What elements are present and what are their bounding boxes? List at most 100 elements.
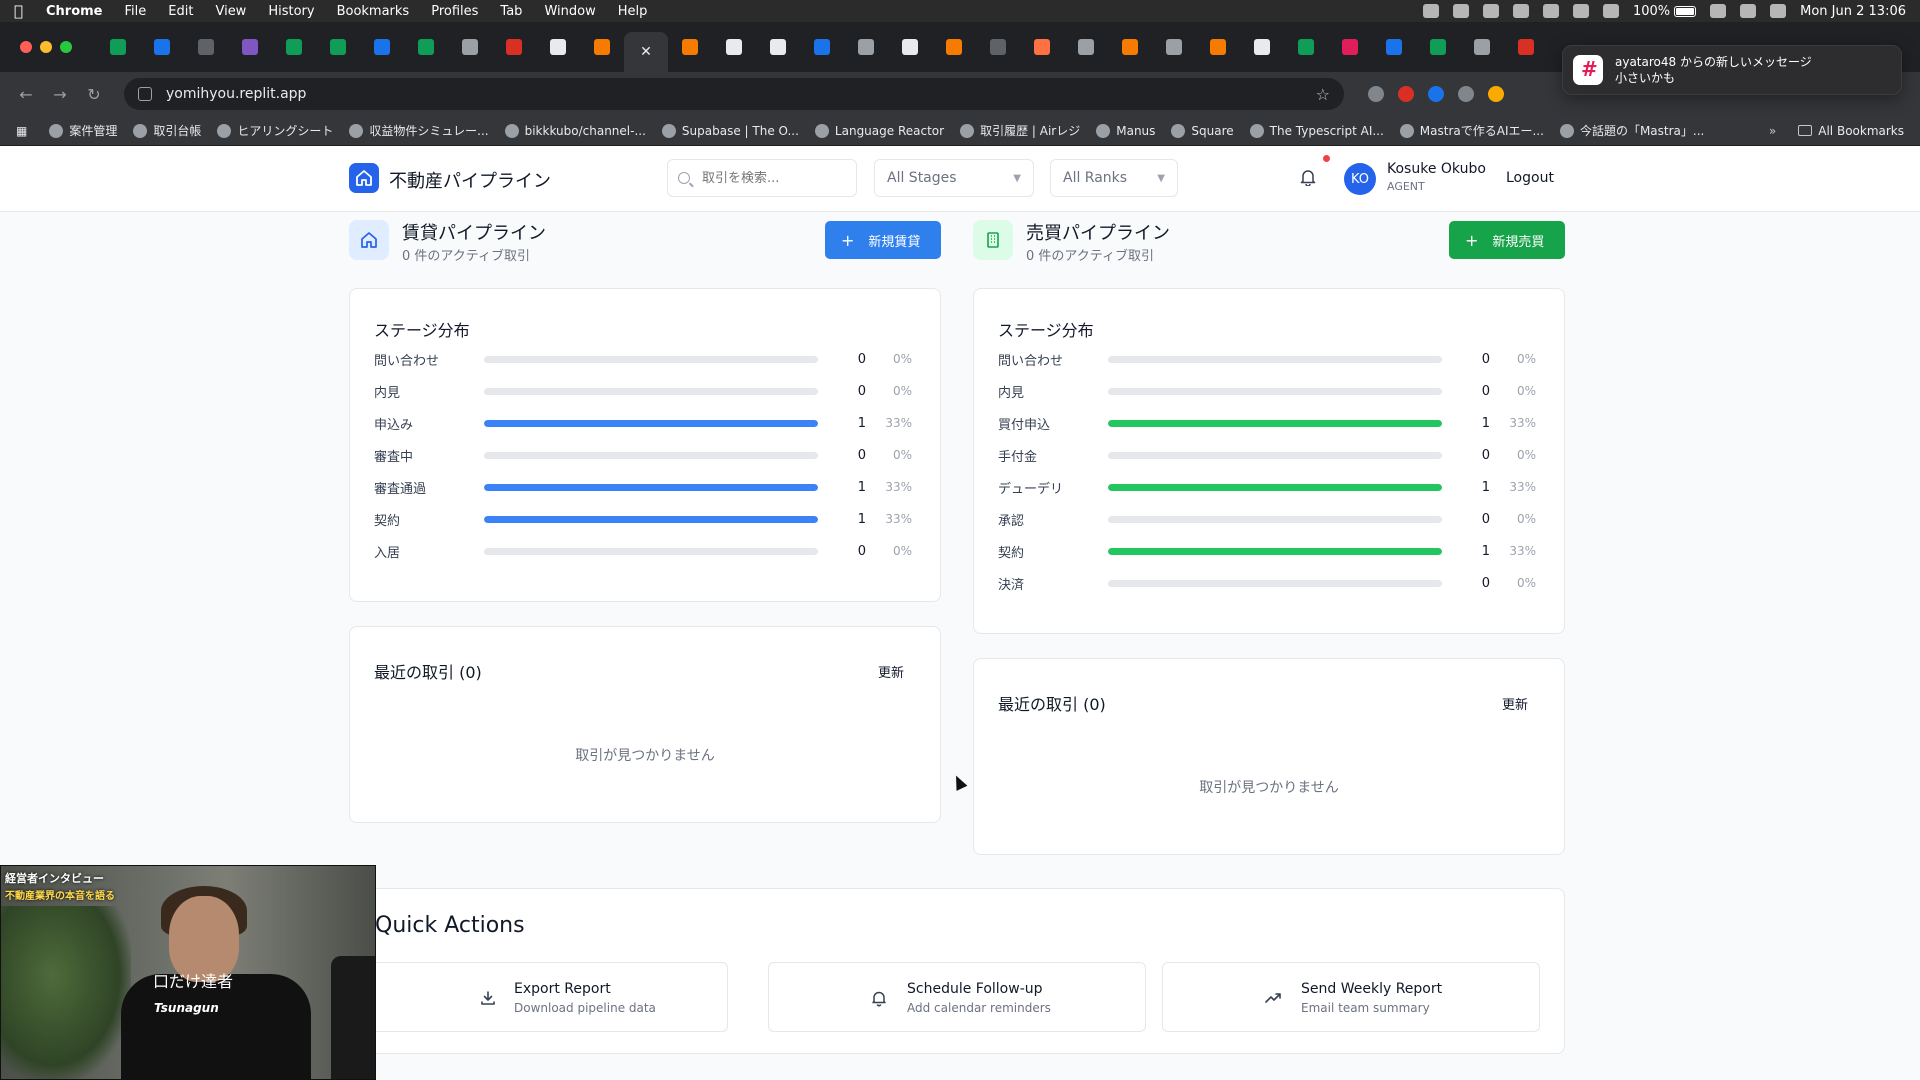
notifications-bell-icon[interactable] <box>1300 168 1316 186</box>
menu-bookmarks[interactable]: Bookmarks <box>337 4 410 19</box>
browser-tab[interactable] <box>1328 30 1372 64</box>
extension-icon[interactable] <box>1368 86 1384 102</box>
browser-tab[interactable] <box>404 30 448 64</box>
bookmark-item[interactable]: 今話題の「Mastra」... <box>1559 122 1704 139</box>
control-center-icon[interactable] <box>1770 4 1787 18</box>
new-rental-button[interactable]: + 新規賃貸 <box>825 221 941 259</box>
browser-tab[interactable] <box>580 30 624 64</box>
browser-tab[interactable] <box>272 30 316 64</box>
browser-tab[interactable] <box>184 30 228 64</box>
tray-app-icon[interactable] <box>1422 4 1439 18</box>
extension-icon[interactable] <box>1488 86 1504 102</box>
bookmark-item[interactable]: 取引履歴 | Airレジ <box>960 122 1080 139</box>
browser-tab[interactable] <box>1372 30 1416 64</box>
menu-profiles[interactable]: Profiles <box>431 4 478 19</box>
rank-filter-select[interactable]: All Ranks ▼ <box>1050 159 1178 197</box>
browser-tab[interactable] <box>1284 30 1328 64</box>
browser-tab[interactable] <box>932 30 976 64</box>
browser-tab[interactable] <box>1064 30 1108 64</box>
home-logo-icon[interactable] <box>349 163 379 193</box>
fullscreen-window-button[interactable] <box>60 41 72 53</box>
schedule-follow-up-button[interactable]: Schedule Follow-up Add calendar reminder… <box>768 962 1146 1032</box>
browser-tab[interactable] <box>448 30 492 64</box>
bookmark-item[interactable]: Language Reactor <box>814 122 944 139</box>
back-button[interactable]: ← <box>12 80 40 108</box>
browser-tab[interactable] <box>96 30 140 64</box>
browser-tab[interactable] <box>536 30 580 64</box>
bookmark-item[interactable]: Manus <box>1096 122 1155 139</box>
send-weekly-report-button[interactable]: Send Weekly Report Email team summary <box>1162 962 1540 1032</box>
bookmark-item[interactable]: Square <box>1171 122 1234 139</box>
menu-file[interactable]: File <box>125 4 147 19</box>
extension-icon[interactable] <box>1428 86 1444 102</box>
export-report-button[interactable]: Export Report Download pipeline data <box>350 962 728 1032</box>
bookmark-item[interactable]: 取引台帳 <box>133 122 201 139</box>
bookmark-item[interactable]: The Typescript AI... <box>1249 122 1384 139</box>
rental-refresh-button[interactable]: 更新 <box>878 662 904 681</box>
browser-tab[interactable] <box>360 30 404 64</box>
bookmark-star-icon[interactable]: ☆ <box>1316 85 1330 104</box>
bookmark-item[interactable]: bikkkubo/channel-... <box>504 122 646 139</box>
browser-tab[interactable] <box>800 30 844 64</box>
browser-tab[interactable] <box>1240 30 1284 64</box>
wifi-icon[interactable] <box>1710 4 1727 18</box>
tray-app-icon[interactable] <box>1482 4 1499 18</box>
menu-window[interactable]: Window <box>544 4 595 19</box>
close-tab-icon[interactable]: ✕ <box>640 44 652 60</box>
browser-tab[interactable] <box>888 30 932 64</box>
minimize-window-button[interactable] <box>40 41 52 53</box>
bookmark-item[interactable]: Mastraで作るAIエー... <box>1399 122 1544 139</box>
tray-app-icon[interactable] <box>1452 4 1469 18</box>
stage-filter-select[interactable]: All Stages ▼ <box>874 159 1034 197</box>
menu-tab[interactable]: Tab <box>500 4 522 19</box>
reload-button[interactable]: ↻ <box>80 80 108 108</box>
avatar[interactable]: KO <box>1344 163 1376 195</box>
play-icon[interactable] <box>1572 4 1589 18</box>
browser-tab[interactable] <box>228 30 272 64</box>
browser-tab[interactable] <box>1108 30 1152 64</box>
browser-tab-active[interactable]: ✕ <box>624 32 668 72</box>
address-bar[interactable]: yomihyou.replit.app ☆ <box>124 78 1344 110</box>
extension-icon[interactable] <box>1398 86 1414 102</box>
menu-clock[interactable]: Mon Jun 2 13:06 <box>1800 4 1906 19</box>
browser-tab[interactable] <box>668 30 712 64</box>
battery-status[interactable]: 100% <box>1633 4 1697 19</box>
search-icon[interactable] <box>1740 4 1757 18</box>
sales-refresh-button[interactable]: 更新 <box>1502 694 1528 713</box>
browser-tab[interactable] <box>492 30 536 64</box>
search-input[interactable] <box>702 170 832 186</box>
menu-view[interactable]: View <box>215 4 246 19</box>
input-method-icon[interactable] <box>1602 4 1619 18</box>
menu-edit[interactable]: Edit <box>168 4 193 19</box>
menu-help[interactable]: Help <box>618 4 648 19</box>
browser-tab[interactable] <box>976 30 1020 64</box>
more-bookmarks-icon[interactable]: » <box>1769 124 1776 138</box>
menu-app-name[interactable]: Chrome <box>46 4 103 19</box>
bookmark-item[interactable]: ヒアリングシート <box>217 122 333 139</box>
logout-button[interactable]: Logout <box>1506 170 1554 186</box>
browser-tab[interactable] <box>1504 30 1548 64</box>
browser-tab[interactable] <box>756 30 800 64</box>
browser-tab[interactable] <box>712 30 756 64</box>
extension-icon[interactable] <box>1458 86 1474 102</box>
browser-tab[interactable] <box>1152 30 1196 64</box>
apple-menu-icon[interactable]:  <box>14 3 28 19</box>
menu-history[interactable]: History <box>268 4 314 19</box>
site-info-icon[interactable] <box>138 87 152 101</box>
slack-notification[interactable]: ayataro48 からの新しいメッセージ 小さいかも <box>1562 45 1902 95</box>
browser-tab[interactable] <box>1416 30 1460 64</box>
search-box[interactable] <box>667 159 857 197</box>
browser-tab[interactable] <box>1460 30 1504 64</box>
close-window-button[interactable] <box>20 41 32 53</box>
bookmark-item[interactable]: 収益物件シミュレー... <box>349 122 489 139</box>
apps-grid-icon[interactable]: ▦ <box>16 124 27 138</box>
forward-button[interactable]: → <box>46 80 74 108</box>
browser-tab[interactable] <box>1196 30 1240 64</box>
browser-tab[interactable] <box>140 30 184 64</box>
bluetooth-icon[interactable] <box>1542 4 1559 18</box>
browser-tab[interactable] <box>1020 30 1064 64</box>
bookmark-item[interactable]: Supabase | The O... <box>661 122 799 139</box>
tray-app-icon[interactable] <box>1512 4 1529 18</box>
browser-tab[interactable] <box>844 30 888 64</box>
new-sales-button[interactable]: + 新規売買 <box>1449 221 1565 259</box>
